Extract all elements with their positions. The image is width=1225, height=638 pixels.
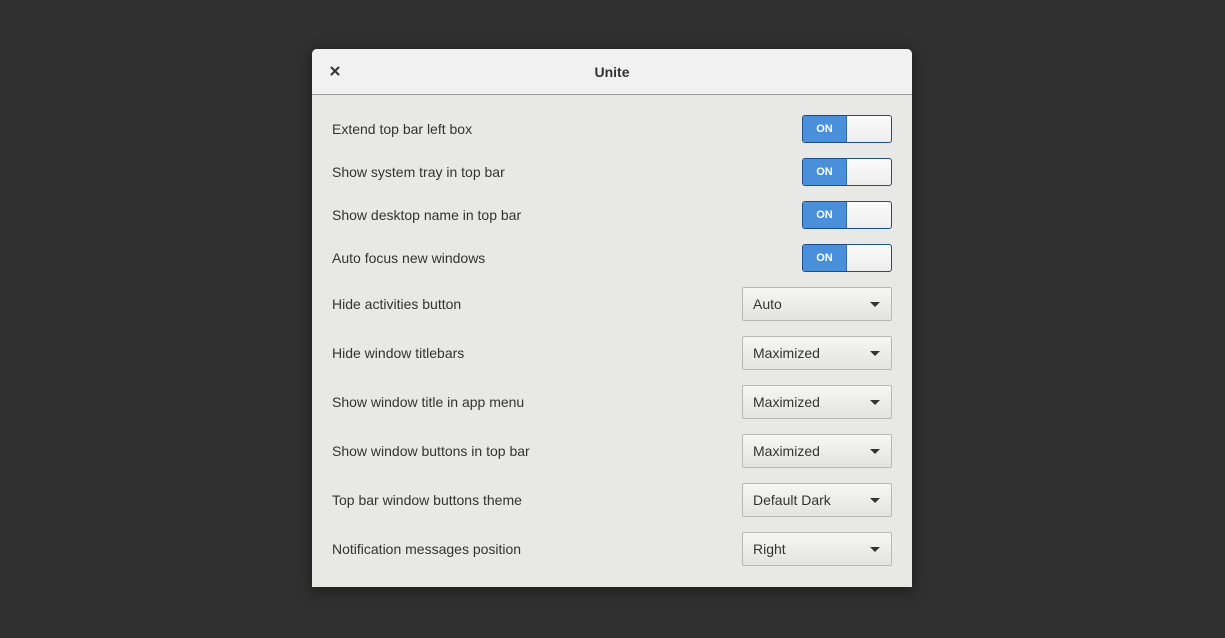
setting-row-show-window-title-in-app-menu: Show window title in app menu Maximized [332, 385, 892, 419]
setting-row-hide-window-titlebars: Hide window titlebars Maximized [332, 336, 892, 370]
setting-label: Notification messages position [332, 541, 522, 557]
show-window-title-dropdown[interactable]: Maximized [742, 385, 892, 419]
auto-focus-new-windows-switch[interactable]: ON [802, 244, 892, 272]
switch-state-label: ON [803, 245, 847, 271]
setting-label: Show window buttons in top bar [332, 443, 530, 459]
setting-label: Show window title in app menu [332, 394, 525, 410]
switch-state-label: ON [803, 159, 847, 185]
dropdown-value: Maximized [753, 443, 820, 459]
chevron-down-icon [870, 449, 880, 454]
dropdown-value: Default Dark [753, 492, 831, 508]
setting-row-hide-activities-button: Hide activities button Auto [332, 287, 892, 321]
setting-row-show-system-tray: Show system tray in top bar ON [332, 158, 892, 186]
chevron-down-icon [870, 400, 880, 405]
show-window-buttons-dropdown[interactable]: Maximized [742, 434, 892, 468]
switch-knob [847, 245, 891, 271]
switch-state-label: ON [803, 202, 847, 228]
switch-state-label: ON [803, 116, 847, 142]
chevron-down-icon [870, 498, 880, 503]
settings-dialog: Unite Extend top bar left box ON Show sy… [312, 49, 912, 587]
setting-row-auto-focus-new-windows: Auto focus new windows ON [332, 244, 892, 272]
extend-top-bar-left-box-switch[interactable]: ON [802, 115, 892, 143]
setting-row-extend-top-bar-left-box: Extend top bar left box ON [332, 115, 892, 143]
setting-row-window-buttons-theme: Top bar window buttons theme Default Dar… [332, 483, 892, 517]
show-system-tray-switch[interactable]: ON [802, 158, 892, 186]
switch-knob [847, 116, 891, 142]
setting-label: Top bar window buttons theme [332, 492, 522, 508]
setting-label: Hide window titlebars [332, 345, 465, 361]
setting-label: Auto focus new windows [332, 250, 486, 266]
dropdown-value: Maximized [753, 394, 820, 410]
setting-label: Hide activities button [332, 296, 462, 312]
window-buttons-theme-dropdown[interactable]: Default Dark [742, 483, 892, 517]
chevron-down-icon [870, 547, 880, 552]
switch-knob [847, 202, 891, 228]
setting-label: Show system tray in top bar [332, 164, 505, 180]
setting-row-show-desktop-name: Show desktop name in top bar ON [332, 201, 892, 229]
setting-row-show-window-buttons: Show window buttons in top bar Maximized [332, 434, 892, 468]
dropdown-value: Right [753, 541, 786, 557]
window-title: Unite [594, 64, 630, 80]
dropdown-value: Auto [753, 296, 782, 312]
show-desktop-name-switch[interactable]: ON [802, 201, 892, 229]
notification-position-dropdown[interactable]: Right [742, 532, 892, 566]
chevron-down-icon [870, 302, 880, 307]
switch-knob [847, 159, 891, 185]
setting-row-notification-position: Notification messages position Right [332, 532, 892, 566]
hide-activities-button-dropdown[interactable]: Auto [742, 287, 892, 321]
setting-label: Show desktop name in top bar [332, 207, 522, 223]
setting-label: Extend top bar left box [332, 121, 473, 137]
chevron-down-icon [870, 351, 880, 356]
dropdown-value: Maximized [753, 345, 820, 361]
hide-window-titlebars-dropdown[interactable]: Maximized [742, 336, 892, 370]
titlebar: Unite [312, 49, 912, 95]
